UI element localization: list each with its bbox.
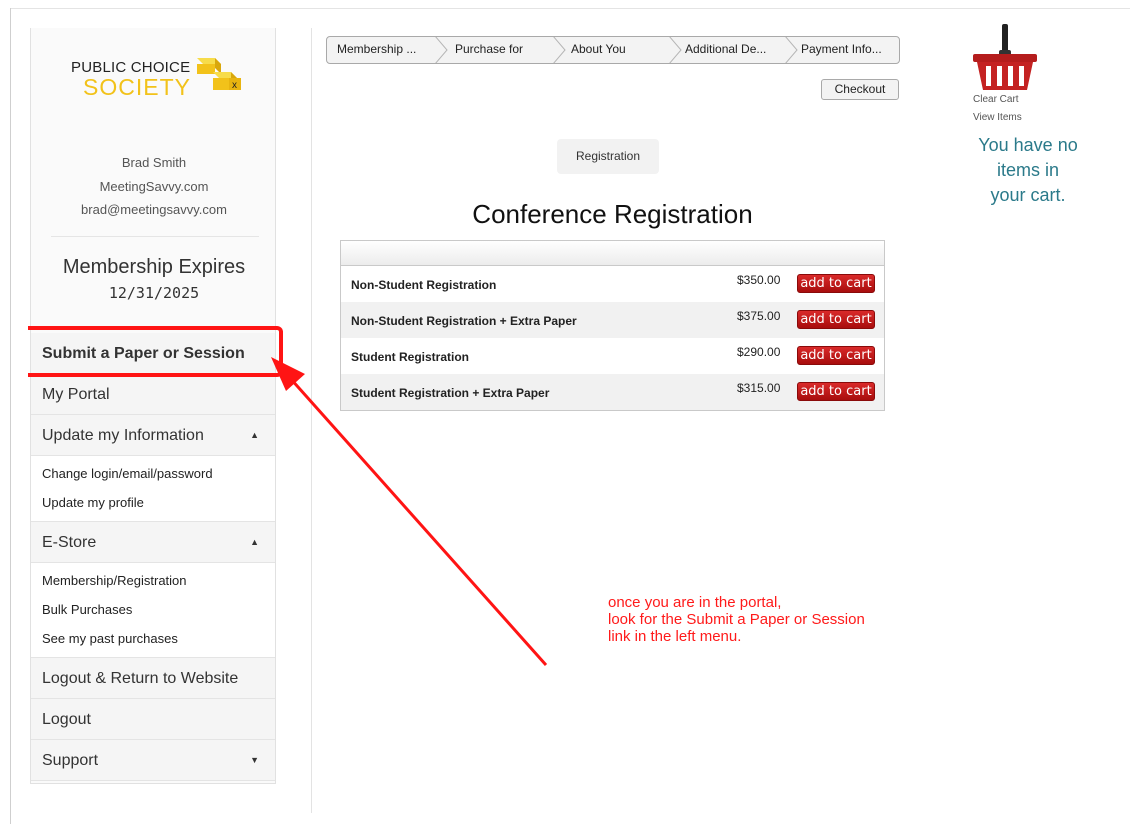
caret-up-icon: ▲ [250,430,259,440]
cart-message-line: You have no [978,135,1078,155]
estore-submenu: Membership/Registration Bulk Purchases S… [31,563,275,658]
step-separator-icon [785,37,798,63]
step-separator-icon [553,37,566,63]
sidebar-item-estore[interactable]: E-Store ▲ [31,522,275,563]
submenu-past-purchases[interactable]: See my past purchases [31,624,275,653]
submenu-membership-registration[interactable]: Membership/Registration [31,566,275,595]
sidebar-item-my-portal[interactable]: My Portal [31,374,275,415]
update-information-submenu: Change login/email/password Update my pr… [31,456,275,522]
step-separator-icon [435,37,448,63]
annotation-line: once you are in the portal, [608,594,782,611]
sidebar-item-support[interactable]: Support ▼ [31,740,275,781]
product-name: Non-Student Registration + Extra Paper [351,314,577,328]
clear-cart-link[interactable]: Clear Cart [973,94,1019,105]
submenu-update-profile[interactable]: Update my profile [31,488,275,517]
sidebar-item-logout[interactable]: Logout [31,699,275,740]
sidebar: PUBLIC CHOICE SOCIETY x Brad Smith Meeti… [30,28,276,784]
product-price: $350.00 [737,273,781,287]
cart-message-line: items in [996,160,1059,180]
logo-x-badge: x [232,80,237,91]
table-row: Student Registration $290.00 add to cart [341,338,884,374]
profile-name: Brad Smith [121,155,187,170]
window-top-border [10,8,1130,9]
highlight-box [28,326,283,377]
membership-expires-title: Membership Expires [62,256,246,278]
logo-cubes-icon: x [197,58,241,91]
add-to-cart-button[interactable]: add to cart [797,310,875,329]
annotation-line: link in the left menu. [608,628,742,645]
product-name: Non-Student Registration [351,278,497,292]
product-price: $315.00 [737,381,781,395]
submenu-bulk-purchases[interactable]: Bulk Purchases [31,595,275,624]
profile-email: brad@meetingsavvy.com [81,202,227,217]
view-items-link[interactable]: View Items [973,112,1022,123]
page-title: Conference Registration [472,199,753,229]
table-row: Non-Student Registration + Extra Paper $… [341,302,884,338]
sidebar-item-label: E-Store [42,534,97,551]
step-payment-info[interactable]: Payment Info... [801,37,882,63]
profile-company: MeetingSavvy.com [99,179,209,194]
cart-message-line: your cart. [990,185,1066,205]
window-left-border [10,8,11,824]
step-additional-details[interactable]: Additional De... [685,37,766,63]
table-row: Student Registration + Extra Paper $315.… [341,374,884,410]
step-separator-icon [669,37,682,63]
step-purchase-for[interactable]: Purchase for [455,37,523,63]
add-to-cart-button[interactable]: add to cart [797,274,875,293]
product-price: $375.00 [737,309,781,323]
add-to-cart-button[interactable]: add to cart [797,346,875,365]
annotation-line: look for the Submit a Paper or Session [608,611,865,628]
sidebar-item-label: Support [42,752,99,769]
product-name: Student Registration + Extra Paper [351,386,550,400]
checkout-button[interactable]: Checkout [821,79,899,100]
profile-divider [51,236,259,237]
sidebar-item-logout-return[interactable]: Logout & Return to Website [31,658,275,699]
submenu-change-login[interactable]: Change login/email/password [31,459,275,488]
table-row: Non-Student Registration $350.00 add to … [341,266,884,302]
membership-expires-date: 12/31/2025 [108,284,200,302]
society-logo[interactable]: PUBLIC CHOICE SOCIETY x [67,54,247,124]
sidebar-item-update-information[interactable]: Update my Information ▲ [31,415,275,456]
logo-text-society: SOCIETY [83,74,191,100]
product-price: $290.00 [737,345,781,359]
caret-down-icon: ▼ [250,755,259,765]
add-to-cart-button[interactable]: add to cart [797,382,875,401]
product-name: Student Registration [351,350,470,364]
table-header [341,241,884,266]
step-about-you[interactable]: About You [571,37,626,63]
content-divider [311,28,312,813]
registration-table: Non-Student Registration $350.00 add to … [340,240,885,411]
cart-empty-message: You have no items in your cart. [960,133,1096,208]
annotation-note: once you are in the portal, look for the… [608,594,865,645]
sidebar-item-label: Update my Information [42,427,204,444]
sidebar-menu: Submit a Paper or Session My Portal Upda… [31,333,275,781]
tab-registration[interactable]: Registration [557,139,659,174]
shopping-basket-icon[interactable] [973,24,1037,92]
checkout-steps-breadcrumb: Membership ... Purchase for About You Ad… [326,36,900,64]
step-membership[interactable]: Membership ... [337,37,416,63]
caret-up-icon: ▲ [250,537,259,547]
